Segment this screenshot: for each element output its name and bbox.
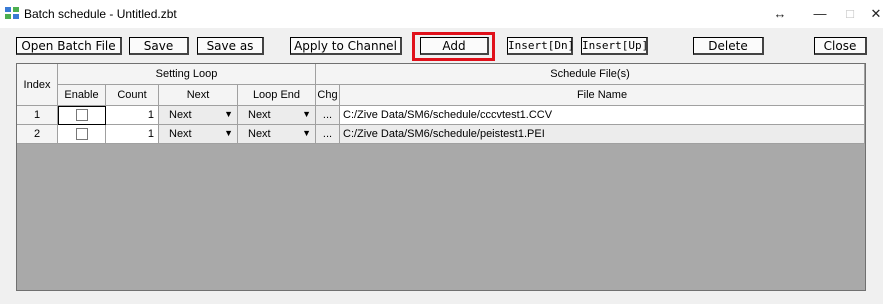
close-window-button[interactable]: ✕ (861, 4, 883, 24)
app-icon (5, 7, 19, 19)
insert-up-button[interactable]: Insert[Up] (581, 37, 648, 55)
chg-button[interactable]: ... (316, 106, 340, 125)
dropdown-arrow-icon: ▼ (302, 128, 311, 138)
column-header-chg: Chg (316, 85, 340, 106)
open-batch-file-button[interactable]: Open Batch File (16, 37, 122, 55)
save-button[interactable]: Save (129, 37, 189, 55)
next-dropdown[interactable]: Next ▼ (159, 106, 238, 125)
group-header-schedule-files: Schedule File(s) (316, 64, 865, 85)
loop-end-dropdown[interactable]: Next ▼ (238, 106, 316, 125)
column-header-next: Next (159, 85, 238, 106)
column-header-count: Count (106, 85, 159, 106)
row-index: 1 (17, 106, 58, 125)
resize-icon[interactable]: ↔ (765, 4, 795, 24)
window-title: Batch schedule - Untitled.zbt (24, 7, 177, 21)
group-header-setting-loop: Setting Loop (58, 64, 316, 85)
dropdown-arrow-icon: ▼ (224, 128, 233, 138)
apply-to-channel-button[interactable]: Apply to Channel (290, 37, 402, 55)
row-index: 2 (17, 125, 58, 144)
dropdown-arrow-icon: ▼ (224, 109, 233, 119)
column-header-index: Index (17, 64, 58, 106)
column-header-enable: Enable (58, 85, 106, 106)
column-header-loop-end: Loop End (238, 85, 316, 106)
title-bar: Batch schedule - Untitled.zbt ↔ — □ ✕ (0, 0, 883, 28)
file-name-cell[interactable]: C:/Zive Data/SM6/schedule/cccvtest1.CCV (340, 106, 865, 125)
minimize-button[interactable]: — (805, 4, 835, 24)
close-button[interactable]: Close (814, 37, 867, 55)
column-header-file-name: File Name (340, 85, 865, 106)
enable-checkbox[interactable] (75, 128, 88, 141)
enable-checkbox-cell[interactable] (58, 106, 106, 125)
save-as-button[interactable]: Save as (197, 37, 264, 55)
batch-schedule-grid: Index Setting Loop Schedule File(s) Enab… (16, 63, 866, 291)
insert-down-button[interactable]: Insert[Dn] (507, 37, 574, 55)
loop-end-dropdown[interactable]: Next ▼ (238, 125, 316, 144)
add-button-highlight (412, 32, 495, 61)
loop-end-value: Next (248, 109, 271, 121)
loop-end-value: Next (248, 128, 271, 140)
count-cell[interactable]: 1 (106, 106, 159, 125)
count-cell[interactable]: 1 (106, 125, 159, 144)
delete-button[interactable]: Delete (693, 37, 764, 55)
chg-button[interactable]: ... (316, 125, 340, 144)
next-value: Next (169, 128, 192, 140)
file-name-cell[interactable]: C:/Zive Data/SM6/schedule/peistest1.PEI (340, 125, 865, 144)
enable-checkbox-cell[interactable] (58, 125, 106, 144)
next-value: Next (169, 109, 192, 121)
next-dropdown[interactable]: Next ▼ (159, 125, 238, 144)
dropdown-arrow-icon: ▼ (302, 109, 311, 119)
enable-checkbox[interactable] (76, 109, 88, 122)
